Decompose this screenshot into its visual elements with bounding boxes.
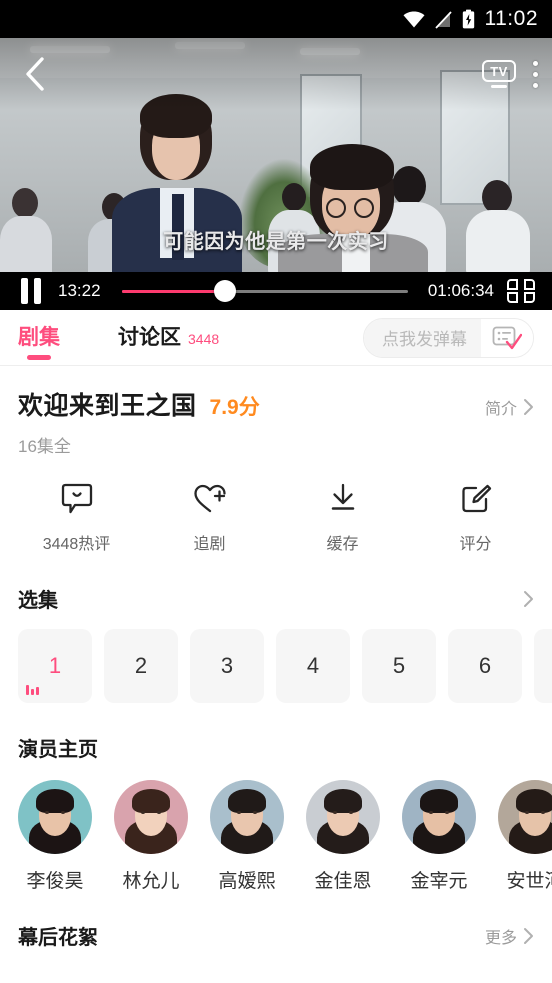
chevron-right-icon: [524, 927, 533, 944]
avatar[interactable]: [306, 780, 380, 854]
video-player[interactable]: TV 可能因为他是第一次实习: [0, 38, 552, 272]
seek-bar[interactable]: [122, 274, 408, 308]
avatar[interactable]: [498, 780, 552, 854]
player-controls: 13:22 01:06:34: [0, 272, 552, 310]
cast-section-header: 演员主页: [0, 733, 552, 762]
danmaku-bar[interactable]: 点我发弹幕: [363, 317, 534, 358]
cast-item[interactable]: 李俊昊: [18, 780, 92, 893]
episode-tile[interactable]: 5: [362, 629, 436, 703]
status-bar-clock: 11:02: [484, 7, 538, 30]
follow-show-button[interactable]: 追剧: [143, 483, 276, 554]
intro-link[interactable]: 简介: [485, 395, 534, 419]
cast-item[interactable]: 高嫒熙: [210, 780, 284, 893]
current-time: 13:22: [58, 281, 101, 300]
edit-pencil-icon: [459, 483, 493, 520]
seek-fill: [122, 289, 225, 293]
active-tab-underline: [27, 354, 51, 360]
behind-scenes-more-link[interactable]: 更多: [485, 924, 534, 948]
tab-discussion-label: 讨论区: [118, 325, 181, 349]
wifi-icon: [403, 11, 425, 28]
tv-cast-button[interactable]: TV: [478, 57, 520, 91]
cast-list[interactable]: 李俊昊 林允儿 高嫒熙 金佳恩 金宰元 安世河: [0, 762, 552, 893]
now-playing-indicator-icon: [26, 685, 39, 695]
cast-item[interactable]: 金佳恩: [306, 780, 380, 893]
more-vertical-icon[interactable]: [524, 52, 546, 96]
danmaku-input[interactable]: 点我发弹幕: [364, 318, 481, 357]
tab-discussion[interactable]: 讨论区 3448: [118, 310, 219, 366]
episodes-section-title: 选集: [18, 590, 58, 612]
episode-number: 6: [478, 653, 492, 678]
episode-number: 1: [48, 653, 62, 678]
cast-section-title: 演员主页: [18, 739, 98, 761]
avatar[interactable]: [402, 780, 476, 854]
tab-bar: 剧集 讨论区 3448 点我发弹幕: [0, 310, 552, 366]
danmaku-settings-icon[interactable]: [481, 318, 533, 357]
cast-item[interactable]: 金宰元: [402, 780, 476, 893]
heart-plus-icon: [193, 483, 227, 520]
follow-show-label: 追剧: [193, 536, 226, 553]
episode-count: 16集全: [18, 437, 71, 456]
battery-charging-icon: [462, 9, 475, 29]
hot-comments-label: 3448热评: [42, 536, 111, 553]
episode-tile[interactable]: 7: [534, 629, 552, 703]
behind-scenes-header: 幕后花絮 更多: [0, 921, 552, 950]
tab-discussion-badge: 3448: [188, 330, 220, 347]
cast-item[interactable]: 林允儿: [114, 780, 188, 893]
page-title: 欢迎来到王之国: [18, 392, 197, 420]
chevron-right-icon: [524, 590, 533, 607]
comment-bubble-icon: [60, 483, 94, 520]
episode-tile[interactable]: 3: [190, 629, 264, 703]
back-button[interactable]: [12, 51, 58, 97]
avatar[interactable]: [18, 780, 92, 854]
cast-name: 金宰元: [410, 871, 468, 892]
cast-label: TV: [482, 60, 516, 83]
video-subtitle: 可能因为他是第一次实习: [163, 231, 389, 253]
fullscreen-button[interactable]: [504, 274, 538, 308]
download-icon: [326, 483, 360, 520]
episode-tile[interactable]: 6: [448, 629, 522, 703]
episode-number: 2: [134, 653, 148, 678]
cast-item[interactable]: 安世河: [498, 780, 552, 893]
avatar[interactable]: [210, 780, 284, 854]
cast-name: 安世河: [506, 871, 552, 892]
video-detail-page: 11:02 TV 可能因为他是第一次实习 13:22 01:06:34 剧集 讨…: [0, 0, 552, 983]
cast-name: 金佳恩: [314, 871, 372, 892]
avatar[interactable]: [114, 780, 188, 854]
player-top-bar: TV: [0, 38, 552, 110]
chevron-right-icon: [524, 399, 533, 415]
episode-tile[interactable]: 4: [276, 629, 350, 703]
tab-episodes[interactable]: 剧集: [18, 310, 60, 366]
episodes-section-header[interactable]: 选集: [0, 584, 552, 613]
episode-number: 5: [392, 653, 406, 678]
episode-list[interactable]: 1 2 3 4 5 6 7: [0, 613, 552, 703]
cast-name: 高嫒熙: [218, 871, 276, 892]
hot-comments-button[interactable]: 3448热评: [10, 483, 143, 554]
action-row: 3448热评 追剧 缓存 评分: [0, 457, 552, 554]
episodes-more-link[interactable]: [523, 590, 534, 608]
pause-button[interactable]: [14, 274, 48, 308]
cast-name: 李俊昊: [26, 871, 84, 892]
episode-number: 4: [306, 653, 320, 678]
show-header: 欢迎来到王之国 7.9分 简介: [0, 366, 552, 422]
behind-scenes-title: 幕后花絮: [18, 927, 98, 949]
episode-number: 3: [220, 653, 234, 678]
rate-label: 评分: [459, 536, 492, 553]
behind-scenes-more-label: 更多: [484, 929, 517, 947]
no-sim-icon: [434, 10, 452, 29]
seek-knob[interactable]: [213, 280, 236, 302]
intro-label: 简介: [484, 401, 517, 418]
episode-tile[interactable]: 2: [104, 629, 178, 703]
cast-name: 林允儿: [122, 871, 180, 892]
download-button[interactable]: 缓存: [276, 483, 409, 554]
episode-tile[interactable]: 1: [18, 629, 92, 703]
total-duration: 01:06:34: [427, 281, 494, 300]
rating-score: 7.9分: [209, 396, 260, 419]
download-label: 缓存: [326, 536, 359, 553]
status-bar: 11:02: [0, 0, 552, 38]
rate-button[interactable]: 评分: [409, 483, 542, 554]
